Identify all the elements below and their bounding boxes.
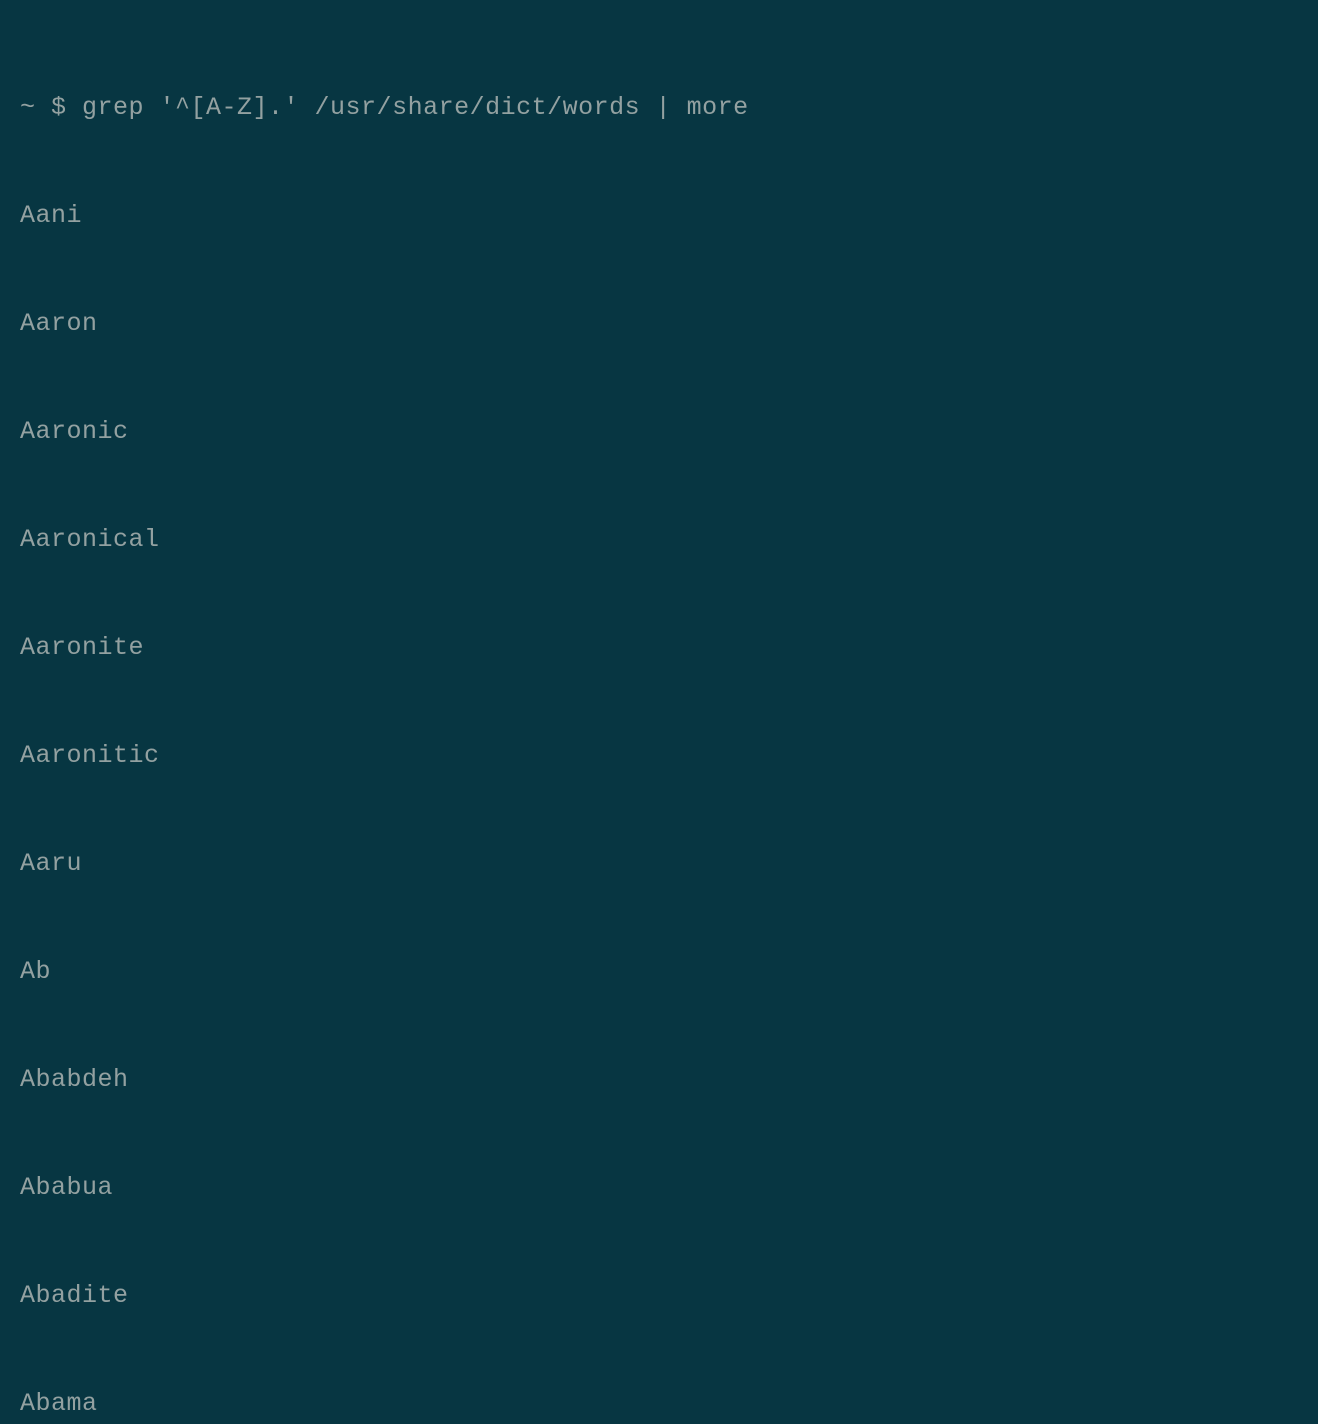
command-line[interactable]: ~ $ grep '^[A-Z].' /usr/share/dict/words… — [20, 90, 1318, 126]
output-line: Aaru — [20, 846, 1318, 882]
output-line: Aaronical — [20, 522, 1318, 558]
prompt-symbol: ~ $ — [20, 93, 82, 122]
output-line: Abama — [20, 1386, 1318, 1422]
command-text: grep '^[A-Z].' /usr/share/dict/words | m… — [82, 93, 749, 122]
output-line: Ab — [20, 954, 1318, 990]
terminal-window[interactable]: ~ $ grep '^[A-Z].' /usr/share/dict/words… — [20, 18, 1318, 1424]
output-line: Aaron — [20, 306, 1318, 342]
output-line: Ababdeh — [20, 1062, 1318, 1098]
output-line: Aaronite — [20, 630, 1318, 666]
output-line: Aani — [20, 198, 1318, 234]
output-line: Abadite — [20, 1278, 1318, 1314]
output-line: Ababua — [20, 1170, 1318, 1206]
output-line: Aaronic — [20, 414, 1318, 450]
output-line: Aaronitic — [20, 738, 1318, 774]
